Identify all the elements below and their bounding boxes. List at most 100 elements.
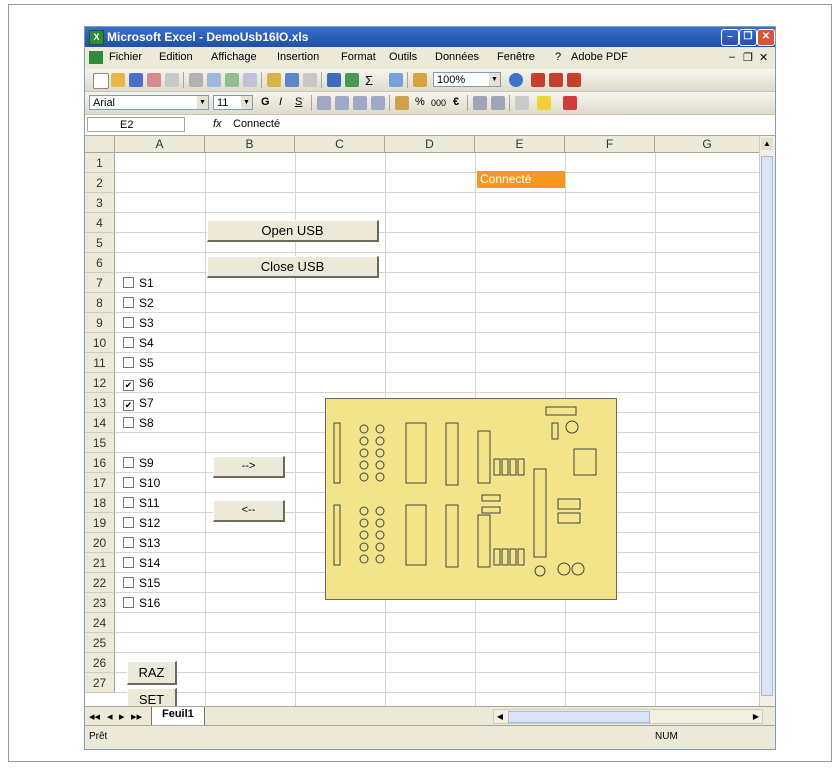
read-left-button[interactable]: <--: [213, 500, 285, 522]
row-header[interactable]: 16: [85, 453, 115, 473]
close-button[interactable]: ✕: [757, 29, 775, 46]
increase-indent-icon[interactable]: [491, 96, 505, 110]
menu-adobe-pdf[interactable]: Adobe PDF: [571, 51, 628, 63]
research-icon[interactable]: [243, 73, 257, 87]
tab-nav-last-icon[interactable]: ▸▸: [131, 710, 142, 723]
checkbox-s1[interactable]: S1: [123, 276, 154, 290]
font-combo[interactable]: Arial ▼: [89, 95, 209, 110]
menu-fenetre[interactable]: Fenêtre: [497, 51, 535, 63]
checkbox-s15[interactable]: S15: [123, 576, 160, 590]
redo-icon[interactable]: [303, 73, 317, 87]
row-header[interactable]: 26: [85, 653, 115, 673]
checkbox-s3[interactable]: S3: [123, 316, 154, 330]
worksheet-grid[interactable]: A B C D E F G 1 2 3 4 5 6 7 8 9 10 11 12 13 14 15 16 17 1…: [85, 136, 775, 706]
row-header[interactable]: 9: [85, 313, 115, 333]
column-header-f[interactable]: F: [565, 136, 655, 153]
open-usb-button[interactable]: Open USB: [207, 220, 379, 242]
scroll-right-icon[interactable]: ▶: [750, 710, 762, 723]
row-header[interactable]: 19: [85, 513, 115, 533]
column-header-b[interactable]: B: [205, 136, 295, 153]
bold-button[interactable]: G: [261, 96, 270, 108]
row-header[interactable]: 13: [85, 393, 115, 413]
checkbox-unchecked-icon[interactable]: [123, 357, 134, 368]
checkbox-s2[interactable]: S2: [123, 296, 154, 310]
font-color-icon[interactable]: [563, 96, 577, 110]
doc-restore-icon[interactable]: ❐: [743, 51, 753, 64]
currency-icon[interactable]: [395, 96, 409, 110]
email-icon[interactable]: [165, 73, 179, 87]
zoom-combo[interactable]: 100% ▼: [433, 72, 501, 87]
row-header[interactable]: 1: [85, 153, 115, 173]
spelling-icon[interactable]: [225, 73, 239, 87]
italic-button[interactable]: I: [279, 96, 282, 108]
column-header-a[interactable]: A: [115, 136, 205, 153]
tab-feuil1[interactable]: Feuil1: [151, 707, 205, 726]
tab-nav-prev-icon[interactable]: ◂: [107, 710, 113, 723]
checkbox-s9[interactable]: S9: [123, 456, 154, 470]
checkbox-unchecked-icon[interactable]: [123, 297, 134, 308]
merge-center-icon[interactable]: [371, 96, 385, 110]
save-icon[interactable]: [129, 73, 143, 87]
checkbox-unchecked-icon[interactable]: [123, 497, 134, 508]
chevron-down-icon[interactable]: ▼: [241, 96, 252, 109]
print-icon[interactable]: [189, 73, 203, 87]
chart-wizard-icon[interactable]: [413, 73, 427, 87]
column-header-e[interactable]: E: [475, 136, 565, 153]
row-header[interactable]: 22: [85, 573, 115, 593]
sort-ascending-icon[interactable]: [389, 73, 403, 87]
help-icon[interactable]: [509, 73, 523, 87]
checkbox-s12[interactable]: S12: [123, 516, 160, 530]
checkbox-s8[interactable]: S8: [123, 416, 154, 430]
row-header[interactable]: 7: [85, 273, 115, 293]
row-header[interactable]: 8: [85, 293, 115, 313]
menu-insertion[interactable]: Insertion: [277, 51, 319, 63]
row-header[interactable]: 27: [85, 673, 115, 693]
undo-icon[interactable]: [285, 73, 299, 87]
scroll-up-icon[interactable]: ▲: [761, 138, 773, 150]
print-preview-icon[interactable]: [207, 73, 221, 87]
row-header[interactable]: 15: [85, 433, 115, 453]
restore-button[interactable]: ❐: [739, 29, 757, 46]
h-scroll-thumb[interactable]: [508, 711, 650, 723]
checkbox-unchecked-icon[interactable]: [123, 317, 134, 328]
row-header[interactable]: 24: [85, 613, 115, 633]
row-header[interactable]: 17: [85, 473, 115, 493]
status-cell-e2[interactable]: Connecté: [477, 171, 565, 188]
row-header[interactable]: 20: [85, 533, 115, 553]
row-header[interactable]: 4: [85, 213, 115, 233]
row-header[interactable]: 6: [85, 253, 115, 273]
checkbox-unchecked-icon[interactable]: [123, 517, 134, 528]
menu-outils[interactable]: Outils: [389, 51, 417, 63]
menu-help[interactable]: ?: [555, 51, 561, 63]
checkbox-unchecked-icon[interactable]: [123, 417, 134, 428]
fill-color-icon[interactable]: [537, 96, 551, 110]
row-header[interactable]: 25: [85, 633, 115, 653]
checkbox-checked-icon[interactable]: ✔: [123, 380, 134, 391]
checkbox-s7[interactable]: ✔ S7: [123, 396, 154, 411]
permission-icon[interactable]: [147, 73, 161, 87]
row-header[interactable]: 14: [85, 413, 115, 433]
align-right-icon[interactable]: [353, 96, 367, 110]
pdf-email-icon[interactable]: [549, 73, 563, 87]
pdf-create-icon[interactable]: [531, 73, 545, 87]
checkbox-checked-icon[interactable]: ✔: [123, 400, 134, 411]
row-header[interactable]: 11: [85, 353, 115, 373]
borders-icon[interactable]: [515, 96, 529, 110]
raz-button[interactable]: RAZ: [127, 661, 177, 685]
checkbox-unchecked-icon[interactable]: [123, 557, 134, 568]
chevron-down-icon[interactable]: ▼: [197, 96, 208, 109]
select-all-corner[interactable]: [85, 136, 115, 153]
formula-value[interactable]: Connecté: [233, 118, 280, 130]
menu-fichier[interactable]: Fichier: [109, 51, 142, 63]
doc-minimize-icon[interactable]: –: [729, 51, 735, 63]
tab-nav-first-icon[interactable]: ◂◂: [89, 710, 100, 723]
row-header[interactable]: 2: [85, 173, 115, 193]
checkbox-unchecked-icon[interactable]: [123, 277, 134, 288]
row-header[interactable]: 10: [85, 333, 115, 353]
doc-icon[interactable]: [89, 51, 103, 64]
checkbox-s16[interactable]: S16: [123, 596, 160, 610]
row-header[interactable]: 21: [85, 553, 115, 573]
checkbox-s13[interactable]: S13: [123, 536, 160, 550]
fx-icon[interactable]: fx: [213, 118, 222, 130]
menu-format[interactable]: Format: [341, 51, 376, 63]
